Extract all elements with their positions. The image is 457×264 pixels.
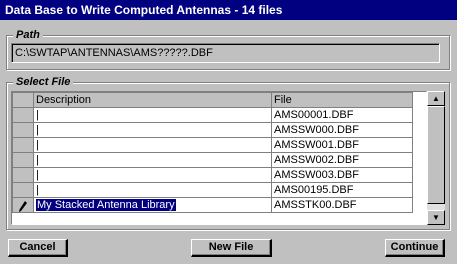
path-group-label: Path [13, 28, 43, 42]
row-indicator[interactable] [12, 137, 34, 153]
table-row[interactable]: | AMSSW000.DBF [12, 122, 413, 138]
scroll-thumb[interactable] [427, 106, 445, 204]
scroll-down-button[interactable]: ▼ [427, 210, 445, 225]
row-indicator[interactable] [12, 122, 34, 138]
description-cell[interactable]: | [33, 152, 272, 168]
file-cell[interactable]: AMSSW000.DBF [271, 122, 413, 138]
arrow-up-icon: ▲ [432, 94, 440, 103]
column-header-file[interactable]: File [271, 92, 413, 108]
continue-button[interactable]: Continue [385, 239, 445, 257]
row-indicator[interactable] [12, 167, 34, 183]
arrow-down-icon: ▼ [432, 213, 440, 222]
row-indicator[interactable] [12, 182, 34, 198]
file-cell[interactable]: AMSSW001.DBF [271, 137, 413, 153]
file-cell[interactable]: AMS00195.DBF [271, 182, 413, 198]
row-indicator-editing[interactable] [12, 197, 34, 213]
scroll-up-button[interactable]: ▲ [427, 91, 445, 106]
file-cell[interactable]: AMS00001.DBF [271, 107, 413, 123]
table-row-selected[interactable]: My Stacked Antenna Library AMSSTK00.DBF [12, 197, 413, 213]
grid-header-row: Description File [12, 92, 413, 108]
row-indicator[interactable] [12, 107, 34, 123]
file-grid: Description File | AMS00001.DBF | AMSSW0… [11, 91, 427, 225]
file-cell[interactable]: AMSSW003.DBF [271, 167, 413, 183]
window-title: Data Base to Write Computed Antennas - 1… [0, 0, 457, 20]
description-cell[interactable]: | [33, 122, 272, 138]
table-row[interactable]: | AMSSW002.DBF [12, 152, 413, 168]
file-cell[interactable]: AMSSTK00.DBF [271, 197, 413, 213]
description-cell[interactable]: | [33, 107, 272, 123]
path-field[interactable]: C:\SWTAP\ANTENNAS\AMS?????.DBF [11, 43, 440, 63]
header-indicator-cell [12, 92, 34, 108]
pencil-icon [19, 200, 27, 212]
file-cell[interactable]: AMSSW002.DBF [271, 152, 413, 168]
grid-vertical-scrollbar[interactable]: ▲ ▼ [427, 91, 445, 225]
table-row[interactable]: | AMSSW003.DBF [12, 167, 413, 183]
row-indicator[interactable] [12, 152, 34, 168]
selected-description-text[interactable]: My Stacked Antenna Library [36, 198, 176, 211]
table-row[interactable]: | AMS00001.DBF [12, 107, 413, 123]
description-cell[interactable]: | [33, 167, 272, 183]
table-row[interactable]: | AMS00195.DBF [12, 182, 413, 198]
description-cell-editing[interactable]: My Stacked Antenna Library [33, 197, 272, 213]
description-cell[interactable]: | [33, 182, 272, 198]
table-row[interactable]: | AMSSW001.DBF [12, 137, 413, 153]
description-cell[interactable]: | [33, 137, 272, 153]
cancel-button[interactable]: Cancel [8, 239, 68, 257]
column-header-description[interactable]: Description [33, 92, 272, 108]
select-file-group-label: Select File [13, 75, 74, 89]
new-file-button[interactable]: New File [191, 239, 272, 257]
